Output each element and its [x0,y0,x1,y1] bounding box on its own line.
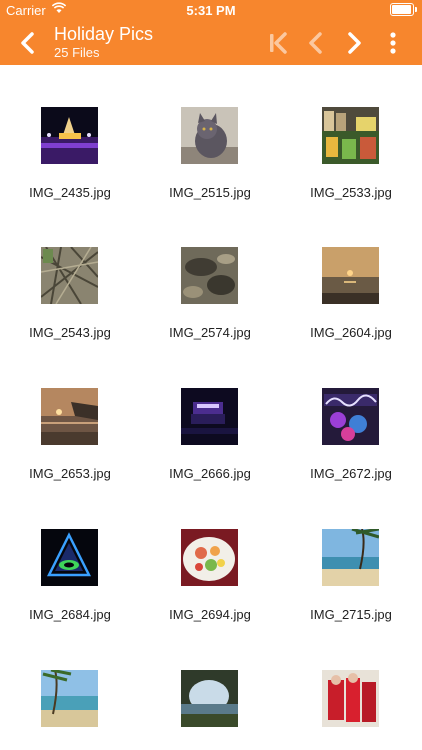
file-name: IMG_2684.jpg [29,607,111,622]
battery-icon [390,3,417,16]
photo-thumbnail[interactable] [322,247,379,304]
folder-title: Holiday Pics [54,24,154,44]
photo-thumbnail[interactable] [322,388,379,445]
file-tile[interactable] [0,628,140,750]
file-name: IMG_2515.jpg [169,185,251,200]
navigation-bar: Holiday Pics 25 Files [0,20,422,65]
file-tile[interactable]: IMG_2694.jpg [140,487,280,627]
file-tile[interactable]: IMG_2666.jpg [140,346,280,486]
clock: 5:31 PM [186,3,236,18]
file-name: IMG_2543.jpg [29,325,111,340]
file-tile[interactable] [281,628,421,750]
file-tile[interactable]: IMG_2604.jpg [281,205,421,345]
file-tile[interactable]: IMG_2533.jpg [281,65,421,205]
file-tile[interactable]: IMG_2574.jpg [140,205,280,345]
photo-thumbnail[interactable] [181,388,238,445]
next-page-icon[interactable] [340,29,368,57]
file-name: IMG_2666.jpg [169,466,251,481]
photo-thumbnail[interactable] [181,670,238,727]
photo-thumbnail[interactable] [181,107,238,164]
file-name: IMG_2653.jpg [29,466,111,481]
file-count: 25 Files [54,45,100,60]
status-bar: Carrier 5:31 PM [0,0,422,20]
more-options-icon[interactable] [379,29,407,57]
file-name: IMG_2435.jpg [29,185,111,200]
file-grid: IMG_2435.jpg IMG_2515.jpg IMG_2533.jpg I… [0,65,422,750]
photo-thumbnail[interactable] [41,107,98,164]
file-tile[interactable]: IMG_2684.jpg [0,487,140,627]
file-tile[interactable] [140,628,280,750]
file-name: IMG_2672.jpg [310,466,392,481]
photo-thumbnail[interactable] [181,247,238,304]
file-tile[interactable]: IMG_2435.jpg [0,65,140,205]
file-tile[interactable]: IMG_2715.jpg [281,487,421,627]
photo-thumbnail[interactable] [322,670,379,727]
file-name: IMG_2604.jpg [310,325,392,340]
file-tile[interactable]: IMG_2515.jpg [140,65,280,205]
photo-thumbnail[interactable] [41,670,98,727]
photo-thumbnail[interactable] [41,388,98,445]
back-chevron-icon[interactable] [14,29,42,57]
previous-page-icon[interactable] [302,29,330,57]
photo-thumbnail[interactable] [41,247,98,304]
file-name: IMG_2694.jpg [169,607,251,622]
file-name: IMG_2574.jpg [169,325,251,340]
file-tile[interactable]: IMG_2543.jpg [0,205,140,345]
file-tile[interactable]: IMG_2672.jpg [281,346,421,486]
file-name: IMG_2715.jpg [310,607,392,622]
photo-thumbnail[interactable] [322,529,379,586]
photo-thumbnail[interactable] [181,529,238,586]
first-page-icon[interactable] [264,29,292,57]
file-tile[interactable]: IMG_2653.jpg [0,346,140,486]
photo-thumbnail[interactable] [322,107,379,164]
file-name: IMG_2533.jpg [310,185,392,200]
photo-thumbnail[interactable] [41,529,98,586]
